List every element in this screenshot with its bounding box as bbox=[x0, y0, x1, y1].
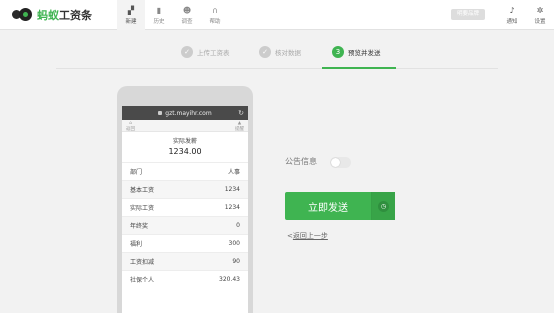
reload-icon: ↻ bbox=[238, 109, 244, 117]
logo-text-green: 蚂蚁 bbox=[37, 9, 59, 22]
phone-preview: gzt.mayihr.com ↻ ⌂ 返回 ▲ 提醒 实际发薪 1234.00 … bbox=[117, 86, 253, 313]
salary-summary: 实际发薪 1234.00 bbox=[122, 134, 248, 158]
notification-label: 通知 bbox=[506, 18, 518, 25]
nav-item-label: 新建 bbox=[125, 18, 137, 25]
step-preview-send: 3 预览并发送 bbox=[332, 45, 381, 59]
table-row: 社保个人 320.43 bbox=[122, 270, 248, 288]
row-value: 1234 bbox=[224, 204, 240, 211]
bell-icon: ♪ bbox=[509, 5, 515, 15]
new-icon: ▞ bbox=[127, 5, 135, 15]
help-icon: ∩ bbox=[212, 5, 218, 15]
main-nav: ▞ 新建 ▮ 历史 ☻ 调查 ∩ 帮助 bbox=[117, 0, 229, 30]
send-now-label: 立即发送 bbox=[308, 202, 348, 214]
step-upload: ✓ 上传工资表 bbox=[181, 45, 230, 59]
survey-icon: ☻ bbox=[182, 5, 192, 15]
logo-text: 蚂蚁工资条 bbox=[37, 7, 92, 23]
nav-item-label: 历史 bbox=[153, 18, 165, 25]
upgrade-button[interactable]: 明要品牌 bbox=[451, 9, 485, 20]
gear-icon: ✲ bbox=[536, 5, 544, 15]
url-display: gzt.mayihr.com bbox=[158, 109, 212, 117]
send-options-button[interactable]: ◷ bbox=[371, 192, 395, 220]
nav-item-new[interactable]: ▞ 新建 bbox=[117, 0, 145, 30]
row-label: 部门 bbox=[130, 169, 143, 176]
notice-info-label: 公告信息 bbox=[285, 157, 317, 166]
step-label: 核对数据 bbox=[275, 49, 301, 57]
browser-bar: gzt.mayihr.com ↻ bbox=[122, 106, 248, 120]
row-label: 基本工资 bbox=[130, 187, 155, 194]
notification-button[interactable]: ♪ 通知 bbox=[498, 0, 526, 30]
steps-divider bbox=[56, 68, 498, 69]
phone-screen: gzt.mayihr.com ↻ ⌂ 返回 ▲ 提醒 实际发薪 1234.00 … bbox=[122, 106, 248, 313]
summary-label: 实际发薪 bbox=[172, 138, 197, 145]
nav-item-label: 帮助 bbox=[209, 18, 221, 25]
logo-text-dark: 工资条 bbox=[59, 9, 92, 22]
url-text: gzt.mayihr.com bbox=[165, 109, 212, 117]
ant-logo-icon bbox=[12, 7, 34, 23]
history-icon: ▮ bbox=[156, 5, 162, 15]
notice-toggle[interactable] bbox=[330, 157, 351, 168]
active-step-indicator bbox=[322, 67, 396, 69]
back-link-label: 返回上一步 bbox=[292, 232, 328, 240]
app-logo[interactable]: 蚂蚁工资条 bbox=[12, 7, 92, 23]
back-link[interactable]: <返回上一步 bbox=[287, 231, 328, 241]
step-verify: ✓ 核对数据 bbox=[259, 45, 301, 59]
row-label: 实际工资 bbox=[130, 205, 155, 212]
nav-item-survey[interactable]: ☻ 调查 bbox=[173, 0, 201, 30]
preview-back: ⌂ 返回 bbox=[126, 121, 135, 132]
row-label: 福利 bbox=[130, 241, 143, 248]
row-value: 1234 bbox=[224, 186, 240, 193]
step-label: 预览并发送 bbox=[348, 49, 381, 57]
table-row: 实际工资 1234 bbox=[122, 198, 248, 216]
toggle-knob bbox=[331, 158, 340, 167]
table-row: 工资扣减 90 bbox=[122, 252, 248, 270]
row-value: 90 bbox=[232, 258, 240, 265]
table-row: 基本工资 1234 bbox=[122, 180, 248, 198]
row-value: 0 bbox=[236, 222, 240, 229]
send-now-button[interactable]: 立即发送 ◷ bbox=[285, 192, 395, 220]
check-icon: ✓ bbox=[181, 46, 193, 58]
preview-alert-label: 提醒 bbox=[235, 127, 244, 132]
row-value: 320.43 bbox=[219, 276, 240, 283]
preview-toolbar: ⌂ 返回 ▲ 提醒 bbox=[122, 120, 248, 132]
settings-label: 设置 bbox=[534, 18, 546, 25]
clock-icon: ◷ bbox=[378, 200, 389, 212]
row-label: 工资扣减 bbox=[130, 259, 155, 266]
step-label: 上传工资表 bbox=[197, 49, 230, 57]
step-number: 3 bbox=[332, 46, 344, 58]
check-icon: ✓ bbox=[259, 46, 271, 58]
table-row: 部门 人事 bbox=[122, 162, 248, 180]
summary-value: 1234.00 bbox=[168, 147, 202, 156]
nav-item-help[interactable]: ∩ 帮助 bbox=[201, 0, 229, 30]
preview-alert: ▲ 提醒 bbox=[235, 121, 244, 132]
top-bar: 蚂蚁工资条 ▞ 新建 ▮ 历史 ☻ 调查 ∩ 帮助 明要品牌 ♪ 通知 ✲ 设置 bbox=[0, 0, 554, 30]
row-value: 人事 bbox=[227, 169, 240, 176]
nav-item-label: 调查 bbox=[181, 18, 193, 25]
table-row: 福利 300 bbox=[122, 234, 248, 252]
row-label: 年终奖 bbox=[130, 223, 149, 230]
progress-steps: ✓ 上传工资表 ✓ 核对数据 3 预览并发送 bbox=[0, 40, 554, 70]
table-row: 年终奖 0 bbox=[122, 216, 248, 234]
lock-icon bbox=[158, 111, 163, 115]
settings-button[interactable]: ✲ 设置 bbox=[526, 0, 554, 30]
preview-back-label: 返回 bbox=[126, 127, 135, 132]
salary-rows: 部门 人事 基本工资 1234 实际工资 1234 年终奖 0 福利 300 工资扣减 90… bbox=[122, 162, 248, 288]
row-label: 社保个人 bbox=[130, 277, 155, 284]
row-value: 300 bbox=[228, 240, 240, 247]
nav-item-history[interactable]: ▮ 历史 bbox=[145, 0, 173, 30]
